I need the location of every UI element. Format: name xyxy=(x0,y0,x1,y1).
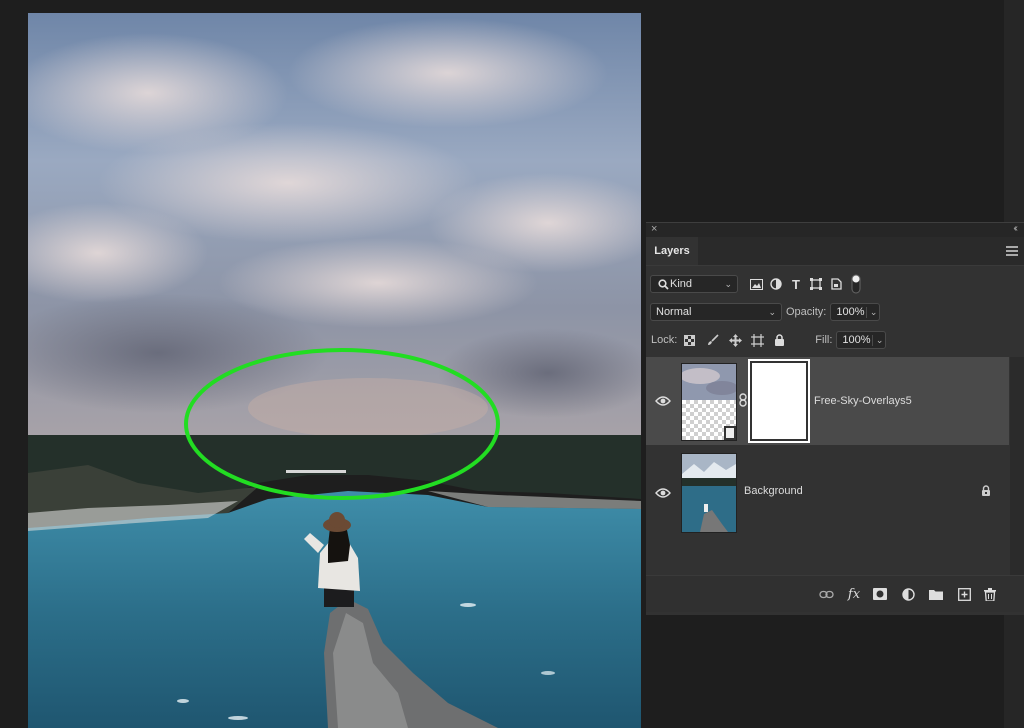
close-panel-icon[interactable]: × xyxy=(651,223,657,235)
mask-link-icon[interactable] xyxy=(738,393,748,407)
link-layers-icon[interactable] xyxy=(818,586,834,602)
lock-position-icon[interactable] xyxy=(725,331,745,349)
collapse-panel-icon[interactable]: ‹‹ xyxy=(1013,223,1017,234)
canvas-image xyxy=(28,13,641,728)
layer-name[interactable]: Free-Sky-Overlays5 xyxy=(814,395,912,407)
fill-field[interactable]: 100% ⌄ xyxy=(836,331,887,349)
panel-menu-icon[interactable] xyxy=(1006,246,1018,258)
type-filter-icon[interactable]: T xyxy=(786,275,806,293)
visibility-eye-icon[interactable] xyxy=(655,487,671,499)
layer-thumbnail xyxy=(681,453,737,533)
layers-panel: × ‹‹ Layers Kind ⌄ T Normal ⌄ Opacity: 1… xyxy=(646,222,1024,615)
lock-label: Lock: xyxy=(651,334,678,346)
opacity-value: 100% xyxy=(836,306,865,318)
layer-row[interactable]: Free-Sky-Overlays5 xyxy=(646,357,1009,445)
chevron-down-icon[interactable]: ⌄ xyxy=(865,306,877,318)
filter-toggle-icon[interactable] xyxy=(846,274,866,294)
layer-row[interactable]: Background xyxy=(646,447,1009,535)
group-icon[interactable] xyxy=(928,586,944,602)
fill-label: Fill: xyxy=(815,334,833,346)
blend-mode-value: Normal xyxy=(656,306,692,318)
lock-paint-icon[interactable] xyxy=(703,331,723,349)
opacity-label: Opacity: xyxy=(786,306,827,318)
chevron-down-icon: ⌄ xyxy=(724,278,732,289)
filter-kind-label: Kind xyxy=(670,278,693,290)
chevron-down-icon[interactable]: ⌄ xyxy=(871,334,883,346)
smart-object-filter-icon[interactable] xyxy=(826,275,846,293)
adjustment-layer-icon[interactable] xyxy=(900,586,916,602)
fx-icon[interactable]: fx xyxy=(846,586,862,602)
lock-all-icon[interactable] xyxy=(769,331,789,349)
fill-value: 100% xyxy=(842,334,871,346)
layer-mask-thumbnail[interactable] xyxy=(748,359,810,443)
tab-layers[interactable]: Layers xyxy=(646,237,698,265)
shape-filter-icon[interactable] xyxy=(806,275,826,293)
layer-thumbnail xyxy=(681,363,737,441)
search-icon xyxy=(656,275,670,293)
lock-transparent-icon[interactable] xyxy=(679,331,699,349)
add-mask-icon[interactable] xyxy=(872,586,888,602)
image-filter-icon[interactable] xyxy=(746,275,766,293)
layer-name[interactable]: Background xyxy=(744,485,803,497)
new-layer-icon[interactable] xyxy=(956,586,972,602)
filter-row: Kind ⌄ T xyxy=(650,273,866,295)
blend-mode-dropdown[interactable]: Normal ⌄ xyxy=(650,303,782,321)
opacity-field[interactable]: 100% ⌄ xyxy=(830,303,881,321)
chevron-down-icon: ⌄ xyxy=(768,306,776,317)
blend-row: Normal ⌄ Opacity: 100% ⌄ xyxy=(650,301,881,323)
layer-list-scrollbar[interactable] xyxy=(1010,357,1024,575)
lock-artboard-icon[interactable] xyxy=(747,331,767,349)
visibility-eye-icon[interactable] xyxy=(655,395,671,407)
layers-bottom-bar: fx xyxy=(646,575,1024,612)
adjustment-filter-icon[interactable] xyxy=(766,275,786,293)
panel-tab-bar: Layers xyxy=(646,237,1024,266)
layer-list: Free-Sky-Overlays5 Background xyxy=(646,357,1024,557)
panel-header-strip: × ‹‹ xyxy=(646,223,1024,237)
lock-row: Lock: Fill: 100% ⌄ xyxy=(651,329,887,351)
delete-layer-icon[interactable] xyxy=(982,586,998,602)
layer-lock-icon xyxy=(981,485,991,499)
filter-kind-dropdown[interactable]: Kind ⌄ xyxy=(650,275,738,293)
document-canvas[interactable] xyxy=(28,13,641,728)
